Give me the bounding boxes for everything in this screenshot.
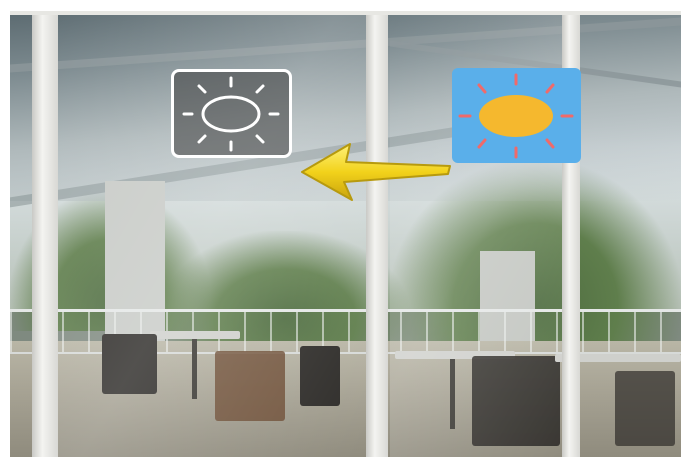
window-mullion	[32, 11, 58, 457]
dim-sun-box	[171, 69, 292, 158]
window-mullion	[366, 11, 388, 457]
window-transom	[10, 11, 681, 15]
bright-sun-icon	[458, 73, 574, 159]
dim-sun-icon	[182, 76, 280, 152]
bright-sun-box	[452, 68, 581, 163]
arrow-left-icon	[301, 143, 451, 201]
chair	[615, 371, 675, 446]
